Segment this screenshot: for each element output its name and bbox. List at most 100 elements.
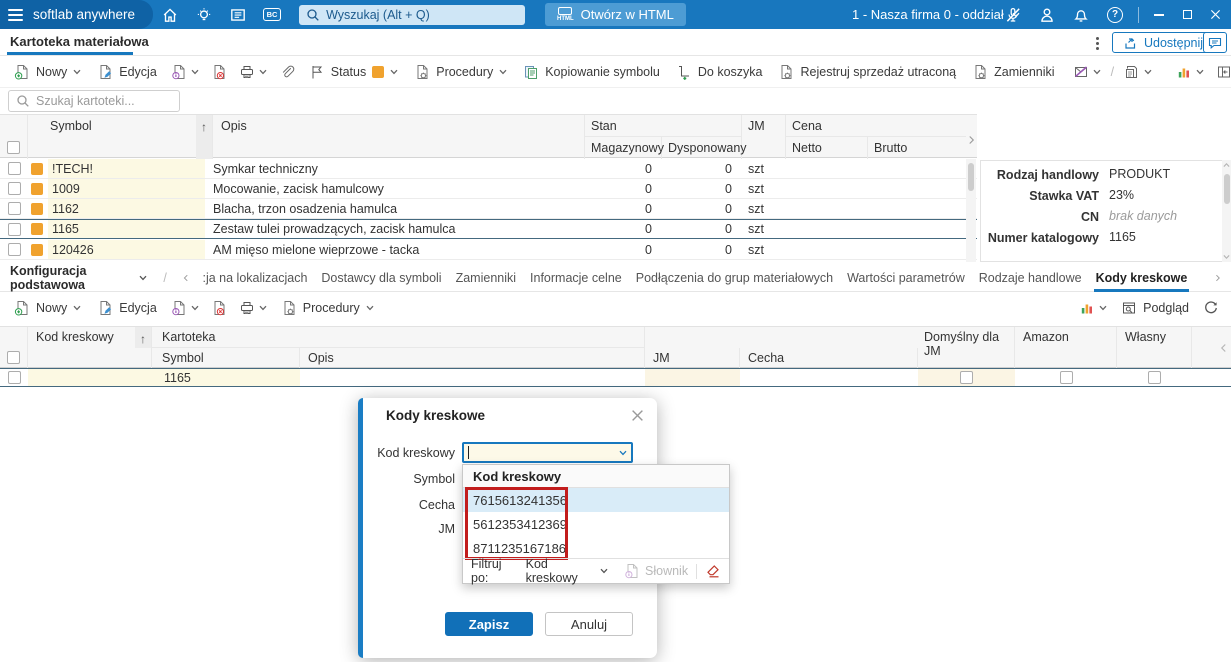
tab-informacje-celne[interactable]: Informacje celne [530, 271, 622, 285]
barcode-info-button[interactable] [167, 296, 203, 320]
tab-podlaczenia[interactable]: Podłączenia do grup materiałowych [636, 271, 833, 285]
column-symbol[interactable]: Symbol ↑ [28, 115, 213, 159]
column-domyslny-dla-jm[interactable]: Domyślny dla JM [918, 327, 1015, 368]
select-all-checkbox[interactable] [7, 141, 20, 154]
dropdown-option[interactable]: 5612353412369 [463, 512, 729, 536]
print-button[interactable] [235, 60, 271, 84]
attachments-button[interactable] [275, 60, 299, 84]
cancel-button[interactable]: Anuluj [545, 612, 633, 636]
sort-ascending-icon[interactable]: ↑ [196, 115, 212, 159]
tab-kody-kreskowe[interactable]: Kody kreskowe [1093, 271, 1190, 292]
tab-zamienniki[interactable]: Zamienniki [456, 271, 516, 285]
company-selector[interactable]: 1 - Nasza firma 0 - oddział [852, 0, 1020, 29]
table-row-selected[interactable]: 1165 Zestaw tulei prowadzących, zacisk h… [0, 219, 977, 239]
new-button[interactable]: Nowy [8, 60, 87, 84]
notifications-bell-icon[interactable] [1064, 0, 1098, 29]
delete-doc-button[interactable] [207, 60, 231, 84]
window-maximize-button[interactable] [1173, 0, 1201, 29]
column-symbol[interactable]: Symbol [152, 348, 300, 368]
help-icon[interactable]: ? [1098, 0, 1132, 29]
column-amazon[interactable]: Amazon [1015, 327, 1117, 368]
row-checkbox[interactable] [7, 222, 21, 236]
filter-by-selector[interactable]: Kod kreskowy [526, 557, 608, 585]
barcode-procedures-button[interactable]: Procedury [275, 296, 380, 320]
tabs-scroll-left-icon[interactable] [183, 273, 189, 283]
barcode-combobox[interactable] [462, 442, 633, 463]
save-button[interactable]: Zapisz [445, 612, 533, 636]
column-jm[interactable]: JM [742, 115, 786, 159]
card-search-input[interactable] [36, 94, 173, 108]
tab-rodzaje-handlowe[interactable]: Rodzaje handlowe [979, 271, 1082, 285]
column-magazynowy[interactable]: Magazynowy [585, 137, 664, 159]
column-cecha[interactable]: Cecha [740, 348, 918, 368]
barcode-refresh-button[interactable] [1199, 296, 1223, 320]
layout-panel-button[interactable] [1212, 60, 1231, 84]
amazon-checkbox[interactable] [1059, 371, 1073, 384]
column-brutto[interactable]: Brutto [868, 137, 966, 159]
send-button[interactable] [1069, 60, 1105, 84]
tab-wartosci-parametrow[interactable]: Wartości parametrów [847, 271, 965, 285]
window-minimize-button[interactable] [1145, 0, 1173, 29]
table-row[interactable]: 1162 Blacha, trzon osadzenia hamulca 0 0… [0, 199, 977, 219]
table-row[interactable]: !TECH! Symkar techniczny 0 0 szt [0, 159, 977, 179]
lightbulb-icon[interactable] [187, 0, 221, 29]
barcode-chart-button[interactable] [1075, 296, 1111, 320]
tab-dostawcy[interactable]: Dostawcy dla symboli [321, 271, 441, 285]
analysis-chart-button[interactable] [1172, 60, 1208, 84]
hamburger-menu-icon[interactable] [8, 8, 23, 21]
clear-filter-eraser-icon[interactable] [705, 563, 721, 579]
barcode-row-selected[interactable]: 1165 [0, 368, 1231, 387]
more-options-kebab-icon[interactable] [1090, 35, 1104, 51]
news-icon[interactable] [221, 0, 255, 29]
copy-symbol-button[interactable]: Kopiowanie symbolu [517, 60, 666, 84]
table-row[interactable]: 120426 AM mięso mielone wieprzowe - tack… [0, 240, 977, 260]
row-checkbox[interactable] [7, 202, 21, 215]
table-row[interactable]: 1009 Mocowanie, zacisk hamulcowy 0 0 szt [0, 179, 977, 199]
bc-icon[interactable]: BC [255, 0, 289, 29]
open-in-html-button[interactable]: HTML Otwórz w HTML [545, 3, 686, 26]
column-kod-kreskowy[interactable]: Kod kreskowy ↑ [28, 327, 152, 368]
column-opis[interactable]: Opis [213, 115, 585, 159]
row-checkbox[interactable] [7, 162, 21, 175]
details-scrollbar[interactable] [1222, 160, 1231, 262]
dictionary-button[interactable]: Słownik [624, 563, 688, 579]
edit-button[interactable]: Edycja [91, 60, 163, 84]
column-opis[interactable]: Opis [300, 348, 645, 368]
tab-lokalizacje[interactable]: :ja na lokalizacjach [202, 271, 307, 285]
global-search[interactable] [299, 4, 526, 25]
share-button[interactable]: Udostępnij [1112, 32, 1214, 53]
sort-ascending-icon[interactable]: ↑ [135, 327, 151, 348]
microphone-off-icon[interactable] [996, 0, 1030, 29]
comments-button[interactable] [1203, 32, 1227, 53]
column-dysponowany[interactable]: Dysponowany [662, 137, 747, 159]
row-checkbox[interactable] [7, 182, 21, 195]
column-netto[interactable]: Netto [786, 137, 868, 159]
print-documents-button[interactable] [1120, 60, 1156, 84]
add-to-basket-button[interactable]: Do koszyka [670, 60, 769, 84]
column-wlasny[interactable]: Własny [1117, 327, 1192, 368]
substitutes-button[interactable]: Zamienniki [966, 60, 1060, 84]
row-checkbox[interactable] [7, 243, 21, 256]
procedures-button[interactable]: Procedury [408, 60, 513, 84]
info-doc-button[interactable] [167, 60, 203, 84]
preview-button[interactable]: Podgląd [1115, 296, 1195, 320]
card-search-box[interactable] [8, 90, 180, 112]
tab-kartoteka-materialowa[interactable]: Kartoteka materiałowa [10, 34, 149, 49]
dropdown-option[interactable]: 7615613241356 [463, 488, 729, 512]
window-close-button[interactable] [1201, 0, 1229, 29]
barcode-new-button[interactable]: Nowy [8, 296, 87, 320]
barcode-edit-button[interactable]: Edycja [91, 296, 163, 320]
user-icon[interactable] [1030, 0, 1064, 29]
select-all-checkbox[interactable] [7, 351, 20, 364]
expand-columns-chevron[interactable] [966, 128, 977, 152]
grid-scrollbar[interactable] [966, 159, 976, 262]
collapse-panel-chevron[interactable] [1220, 343, 1227, 353]
home-icon[interactable] [153, 0, 187, 29]
barcode-print-button[interactable] [235, 296, 271, 320]
tabs-scroll-right-icon[interactable] [1215, 273, 1221, 283]
row-checkbox[interactable] [7, 371, 21, 384]
global-search-input[interactable] [326, 7, 520, 22]
wlasny-checkbox[interactable] [1148, 371, 1161, 384]
tab-selector-dropdown[interactable]: Konfiguracja podstawowa [10, 264, 147, 292]
dialog-close-icon[interactable] [629, 407, 645, 423]
